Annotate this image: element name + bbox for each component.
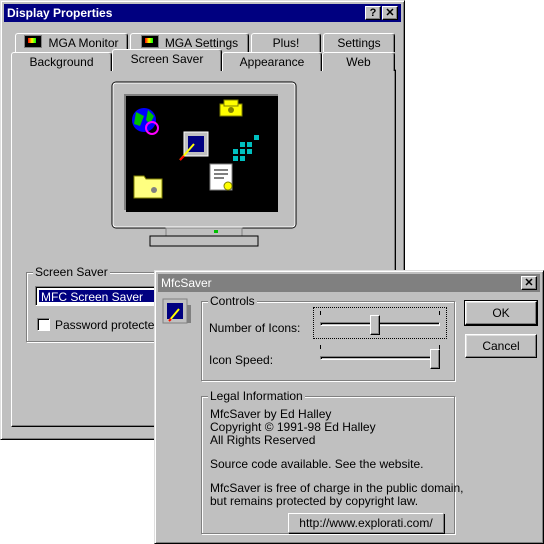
mga-icon [140, 35, 159, 48]
group-label: Controls [208, 294, 257, 308]
tab-settings[interactable]: Settings [323, 33, 395, 52]
slider-tick [320, 311, 321, 315]
mga-icon [24, 35, 43, 48]
tab-label: Appearance [239, 55, 305, 69]
free-line: but remains protected by copyright law. [210, 494, 419, 508]
document-icon [209, 163, 233, 191]
slider-thumb[interactable] [430, 349, 440, 369]
close-button[interactable]: ✕ [382, 6, 398, 20]
slider-thumb[interactable] [370, 315, 380, 335]
group-label: Screen Saver [33, 265, 110, 279]
tab-label: Background [29, 55, 94, 69]
password-label: Password protected [55, 318, 162, 332]
controls-group: Controls Number of Icons: Icon Speed: [201, 294, 455, 381]
mfcsaver-dialog: MfcSaver ✕ Controls Number of Icons: Ico… [154, 270, 544, 544]
source-line: Source code available. See the website. [210, 457, 424, 471]
power-led [214, 230, 218, 233]
screensaver-app-icon [162, 298, 191, 324]
group-label: Legal Information [208, 389, 305, 403]
window-title: Display Properties [7, 6, 113, 20]
slider-track [320, 322, 440, 326]
legal-info-group: Legal Information MfcSaver by Ed Halley … [201, 389, 463, 534]
slider-tick [320, 345, 321, 349]
icon-speed-slider[interactable] [314, 342, 446, 372]
legal-line: All Rights Reserved [210, 433, 316, 447]
folder-icon [133, 175, 163, 199]
tab-label: MGA Monitor [48, 36, 119, 50]
close-button[interactable]: ✕ [521, 276, 537, 290]
tab-label: Settings [337, 36, 381, 50]
icon-speed-label: Icon Speed: [209, 353, 274, 367]
display-properties-titlebar[interactable]: Display Properties ? ✕ [4, 4, 401, 22]
cancel-button[interactable]: Cancel [465, 334, 537, 358]
number-of-icons-slider[interactable] [313, 307, 447, 339]
password-checkbox[interactable] [37, 318, 50, 331]
website-link[interactable]: http://www.explorati.com/ [288, 513, 444, 533]
legal-line: MfcSaver by Ed Halley [210, 407, 332, 421]
tab-label: Screen Saver [130, 52, 204, 66]
help-button[interactable]: ? [365, 6, 381, 20]
dialog-title: MfcSaver [161, 276, 212, 290]
tab-mga-monitor[interactable]: MGA Monitor [15, 33, 128, 52]
free-line: MfcSaver is free of charge in the public… [210, 481, 464, 495]
tab-label: Plus! [272, 36, 300, 50]
legal-line: Copyright © 1991-98 Ed Halley [210, 420, 376, 434]
screensaver-icon [179, 131, 209, 161]
tab-screen-saver[interactable]: Screen Saver [112, 49, 222, 71]
monitor-preview [111, 81, 297, 247]
slider-tick [439, 311, 440, 315]
tab-label: MGA Settings [164, 36, 239, 50]
mfcsaver-titlebar[interactable]: MfcSaver ✕ [158, 274, 540, 292]
ok-button[interactable]: OK [464, 300, 538, 326]
tab-plus[interactable]: Plus! [251, 33, 321, 52]
slider-track [320, 356, 440, 360]
number-of-icons-label: Number of Icons: [209, 321, 301, 335]
tab-web[interactable]: Web [322, 52, 395, 71]
tab-background[interactable]: Background [11, 52, 112, 71]
tab-appearance[interactable]: Appearance [222, 52, 322, 71]
tab-label: Web [346, 55, 371, 69]
